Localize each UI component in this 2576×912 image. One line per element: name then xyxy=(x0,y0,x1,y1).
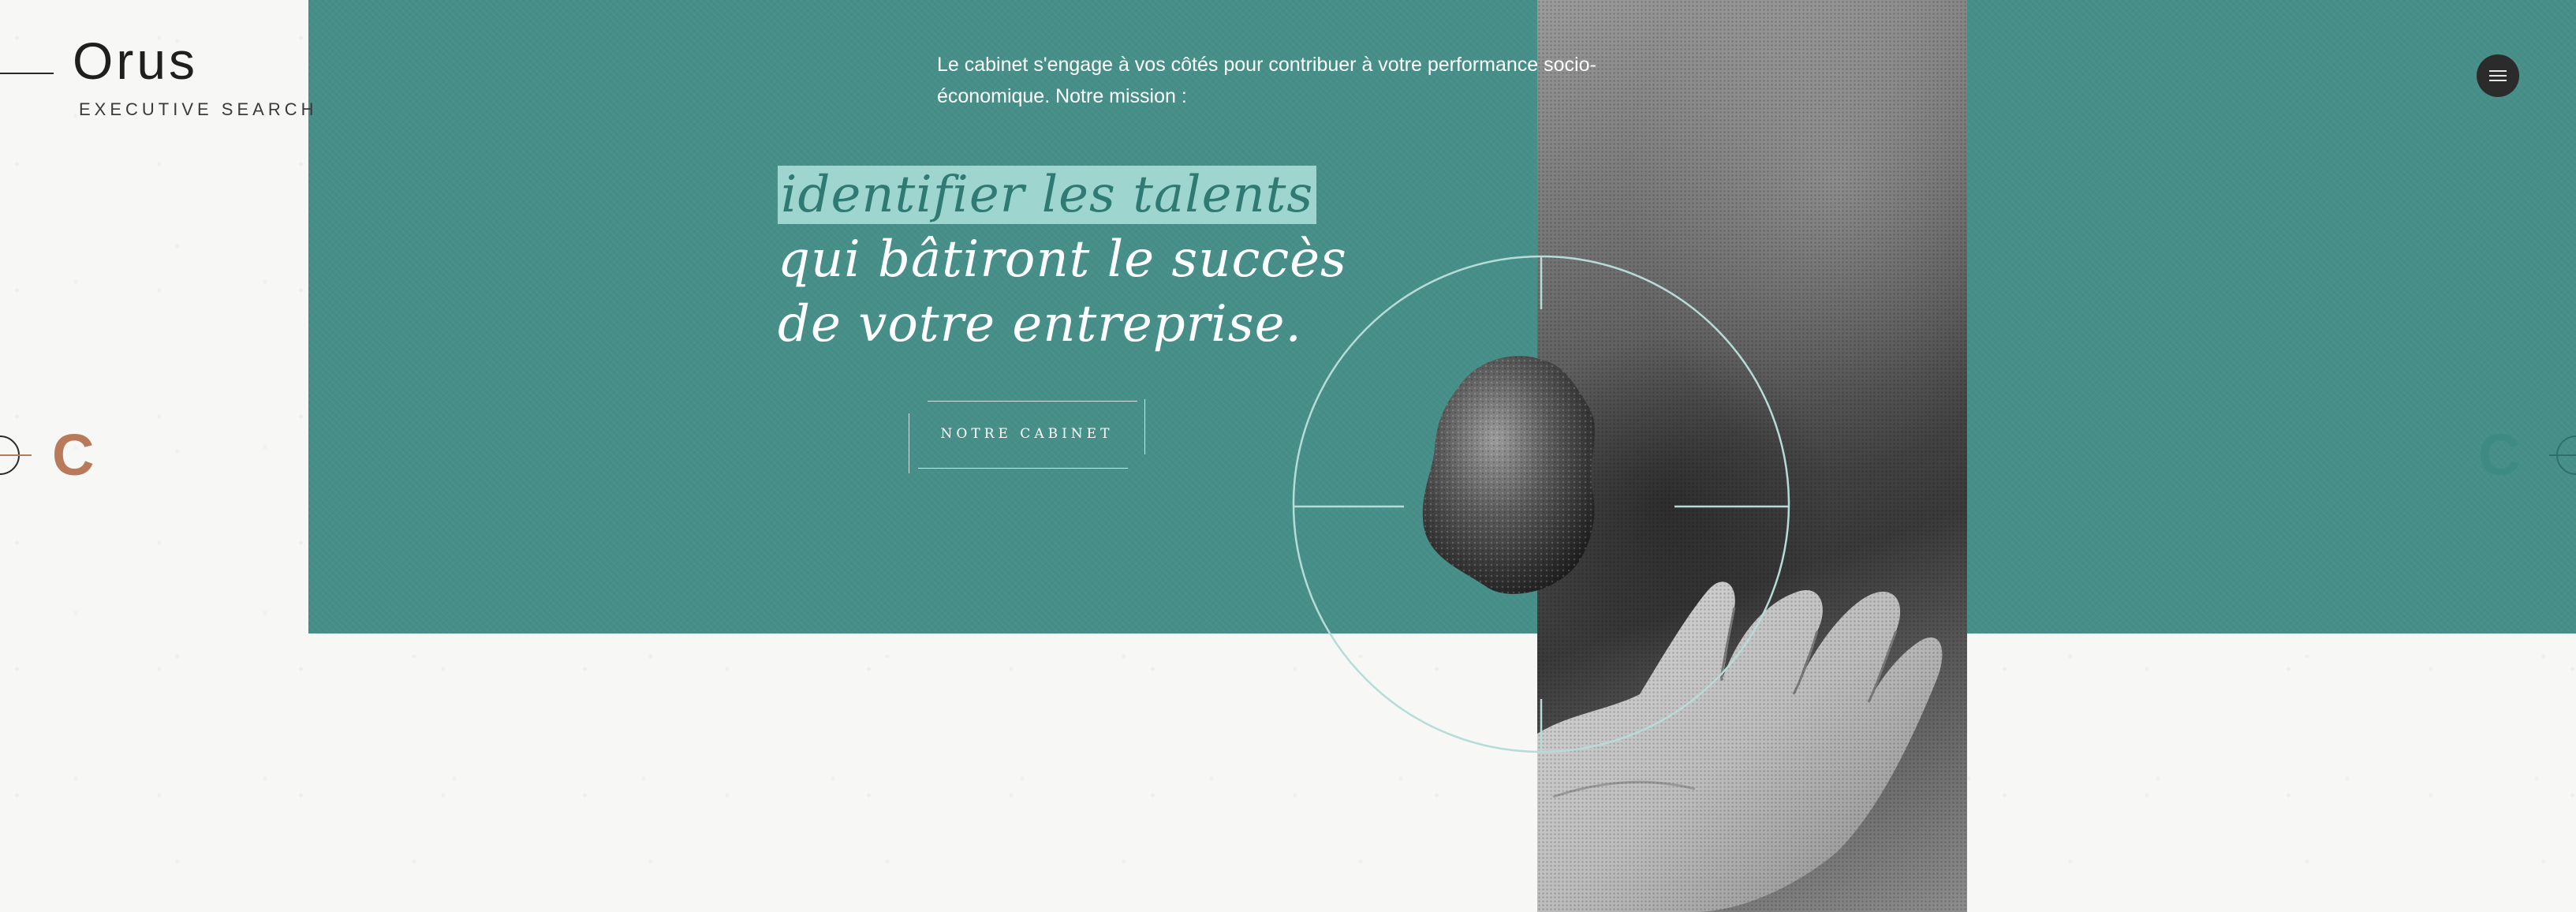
hero-intro-line-1: Le cabinet s'engage à vos côtés pour con… xyxy=(937,54,1596,76)
headline-highlight: identifier les talents xyxy=(778,166,1317,224)
brand-logo[interactable]: Orus xyxy=(73,35,198,87)
next-slide-button[interactable]: C xyxy=(2473,426,2576,484)
next-arrow-icon xyxy=(2549,435,2576,475)
logo-accent-line xyxy=(0,73,54,74)
headline-line-3: de votre entreprise. xyxy=(778,295,1302,353)
rock-image xyxy=(1422,356,1596,594)
hero-intro-text: Le cabinet s'engage à vos côtés pour con… xyxy=(937,49,1647,112)
notre-cabinet-button[interactable]: NOTRE CABINET xyxy=(909,399,1145,473)
target-circle-graphic xyxy=(1292,255,1790,753)
notre-cabinet-label: NOTRE CABINET xyxy=(940,426,1114,442)
prev-arrow-icon xyxy=(0,435,32,475)
brand-tagline: EXECUTIVE SEARCH xyxy=(79,99,318,119)
page: Orus EXECUTIVE SEARCH Le cabinet s'engag… xyxy=(0,0,2576,912)
menu-button[interactable] xyxy=(2477,54,2519,97)
headline-line-2: qui bâtiront le succès xyxy=(778,230,1347,289)
prev-slide-letter: C xyxy=(52,422,95,488)
hero-intro-line-2: économique. Notre mission : xyxy=(937,85,1187,107)
hero-headline: identifier les talents qui bâtiront le s… xyxy=(778,163,1347,357)
previous-slide-button[interactable]: C xyxy=(0,422,103,488)
hamburger-menu-icon xyxy=(2489,70,2507,72)
